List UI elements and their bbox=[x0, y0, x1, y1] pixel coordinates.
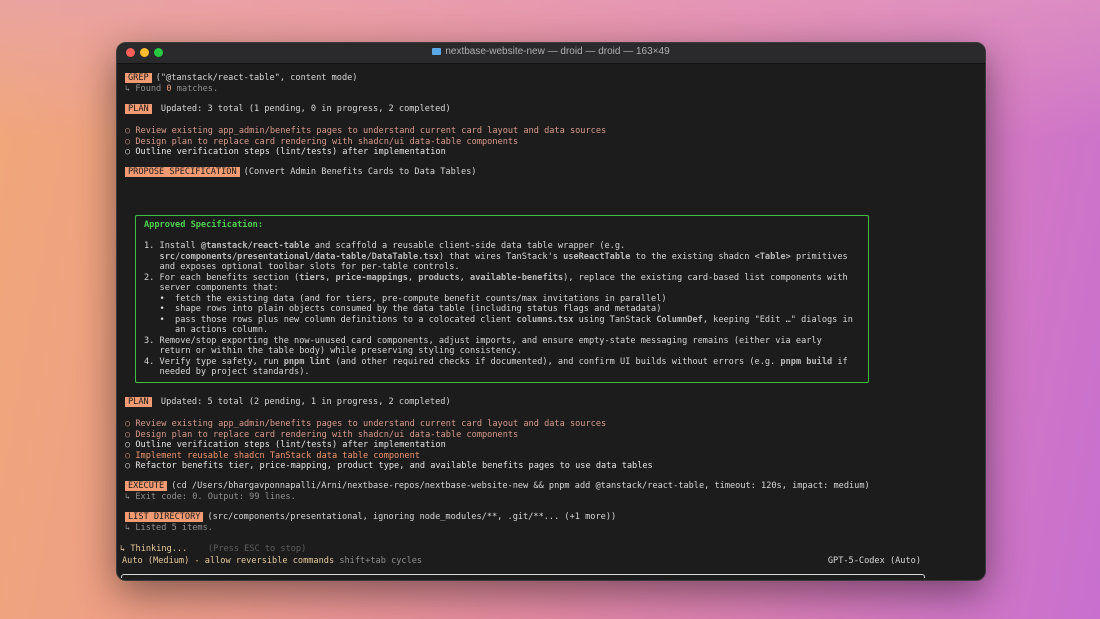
plan1-item: ○ Outline verification steps (lint/tests… bbox=[125, 147, 446, 157]
spec-line: 3. Remove/stop exporting the now-unused … bbox=[144, 335, 822, 346]
propose-tag: PROPOSE SPECIFICATION bbox=[125, 167, 240, 177]
spec-line: and exposes optional toolbar slots for p… bbox=[144, 262, 460, 272]
terminal-output[interactable]: GREP ("@tanstack/react-table", content mo… bbox=[120, 63, 985, 580]
spec-line: return or within the table body) while p… bbox=[144, 346, 522, 356]
listdir-result: ↳ Listed 5 items. bbox=[125, 523, 213, 533]
plan2-item: ○ Implement reusable shadcn TanStack dat… bbox=[125, 450, 420, 461]
spec-line: 4. Verify type safety, run pnpm lint (an… bbox=[144, 356, 848, 367]
spec-line: • shape rows into plain objects consumed… bbox=[144, 304, 662, 314]
spec-line: server components that: bbox=[144, 283, 279, 293]
spec-line: • pass those rows plus new column defini… bbox=[144, 314, 853, 325]
plan-tag: PLAN bbox=[125, 104, 152, 114]
listdir-line: LIST DIRECTORY (src/components/presentati… bbox=[125, 512, 616, 523]
title-bar: nextbase-website-new — droid — droid — 1… bbox=[117, 43, 985, 64]
terminal-window: nextbase-website-new — droid — droid — 1… bbox=[116, 42, 986, 581]
plan2-item: ○ Outline verification steps (lint/tests… bbox=[125, 440, 446, 450]
window-title: nextbase-website-new — droid — droid — 1… bbox=[117, 46, 985, 57]
plan-line-1: PLAN Updated: 3 total (1 pending, 0 in p… bbox=[125, 104, 451, 115]
spec-title: Approved Specification: bbox=[144, 220, 263, 230]
spec-line: 1. Install @tanstack/react-table and sca… bbox=[144, 241, 626, 251]
spec-line: src/components/presentational/data-table… bbox=[159, 251, 848, 262]
execute-tag: EXECUTE bbox=[125, 481, 168, 491]
autonomy-mode[interactable]: Auto (Medium) - allow reversible command… bbox=[122, 556, 334, 566]
mode-hint: shift+tab cycles bbox=[339, 556, 423, 566]
grep-result: ↳ Found 0 matches. bbox=[125, 84, 219, 94]
spec-line: • fetch the existing data (and for tiers… bbox=[144, 293, 667, 304]
plan1-item: ○ Review existing app_admin/benefits pag… bbox=[125, 126, 607, 136]
execute-line: EXECUTE (cd /Users/bhargavponnapalli/Arni… bbox=[125, 481, 870, 492]
propose-line: PROPOSE SPECIFICATION (Convert Admin Bene… bbox=[125, 167, 476, 178]
spec-line: needed by project standards). bbox=[144, 367, 310, 377]
model-indicator[interactable]: GPT-5-Codex (Auto) bbox=[828, 556, 921, 566]
spec-line: an actions column. bbox=[144, 325, 269, 335]
plan2-item: ○ Refactor benefits tier, price-mapping,… bbox=[125, 461, 653, 471]
plan-line-2: PLAN Updated: 5 total (2 pending, 1 in p… bbox=[125, 397, 451, 408]
approved-specification-box: Approved Specification: 1. Install @tans… bbox=[135, 215, 869, 383]
grep-line: GREP ("@tanstack/react-table", content mo… bbox=[125, 73, 357, 84]
spec-line: 2. For each benefits section (tiers, pri… bbox=[144, 272, 848, 283]
thinking-line: ↳ Thinking... (Press ESC to stop) bbox=[120, 544, 307, 554]
status-bar: Auto (Medium) - allow reversible command… bbox=[122, 556, 922, 566]
plan2-item: ○ Review existing app_admin/benefits pag… bbox=[125, 419, 607, 429]
listdir-tag: LIST DIRECTORY bbox=[125, 512, 204, 522]
prompt-input[interactable] bbox=[121, 574, 925, 578]
execute-result: ↳ Exit code: 0. Output: 99 lines. bbox=[125, 492, 296, 502]
grep-tag: GREP bbox=[125, 73, 152, 83]
plan2-item: ○ Design plan to replace card rendering … bbox=[125, 429, 519, 440]
plan-tag: PLAN bbox=[125, 397, 152, 407]
folder-icon bbox=[432, 48, 442, 55]
plan1-item: ○ Design plan to replace card rendering … bbox=[125, 136, 519, 147]
